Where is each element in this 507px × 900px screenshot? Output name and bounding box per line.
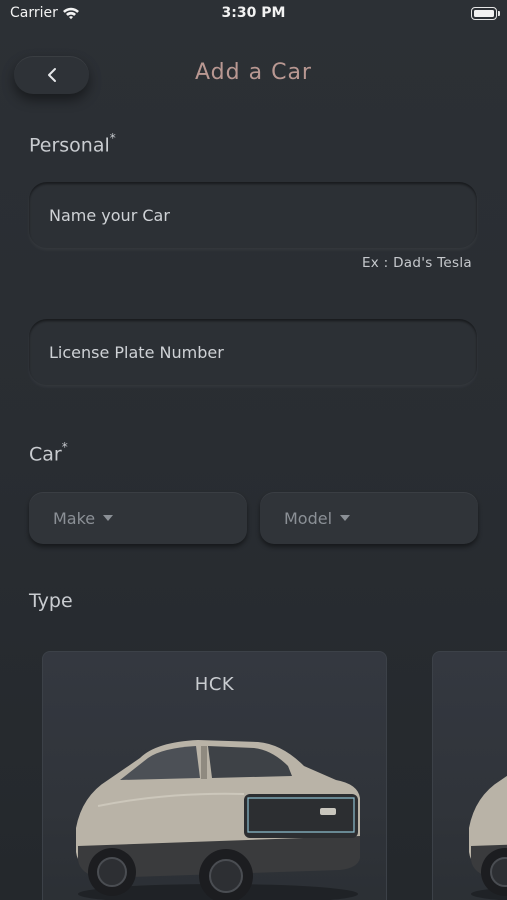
type-card-hck[interactable]: HCK: [42, 651, 387, 900]
status-bar: Carrier 3:30 PM: [0, 0, 507, 28]
add-car-screen: Carrier 3:30 PM Add a Car Personal* Ex :…: [0, 0, 507, 900]
page-title: Add a Car: [195, 60, 312, 85]
car-name-input[interactable]: [29, 182, 477, 248]
personal-section-label: Personal*: [29, 131, 116, 157]
battery-icon: [471, 7, 497, 20]
type-card-2[interactable]: [432, 651, 507, 900]
personal-label: Personal: [29, 134, 110, 157]
caret-down-icon: [340, 515, 351, 521]
car-name-hint: Ex : Dad's Tesla: [361, 255, 472, 271]
car-name-field[interactable]: [29, 182, 477, 248]
type-card-label: HCK: [194, 674, 235, 695]
make-dropdown[interactable]: Make: [29, 492, 247, 544]
type-section-label: Type: [29, 590, 73, 612]
make-label: Make: [53, 508, 96, 528]
license-plate-input[interactable]: [29, 319, 477, 385]
model-label: Model: [284, 508, 333, 528]
battery-tip: [498, 11, 500, 16]
car-label: Car: [29, 443, 62, 466]
clock: 3:30 PM: [221, 5, 286, 21]
license-plate-field[interactable]: [29, 319, 477, 385]
car-section-label: Car*: [29, 440, 68, 466]
suv-car-image: [469, 775, 507, 900]
suv-car-image: [76, 740, 360, 900]
required-mark: *: [109, 131, 116, 145]
model-dropdown[interactable]: Model: [260, 492, 478, 544]
required-mark: *: [61, 440, 68, 454]
caret-down-icon: [103, 515, 114, 521]
